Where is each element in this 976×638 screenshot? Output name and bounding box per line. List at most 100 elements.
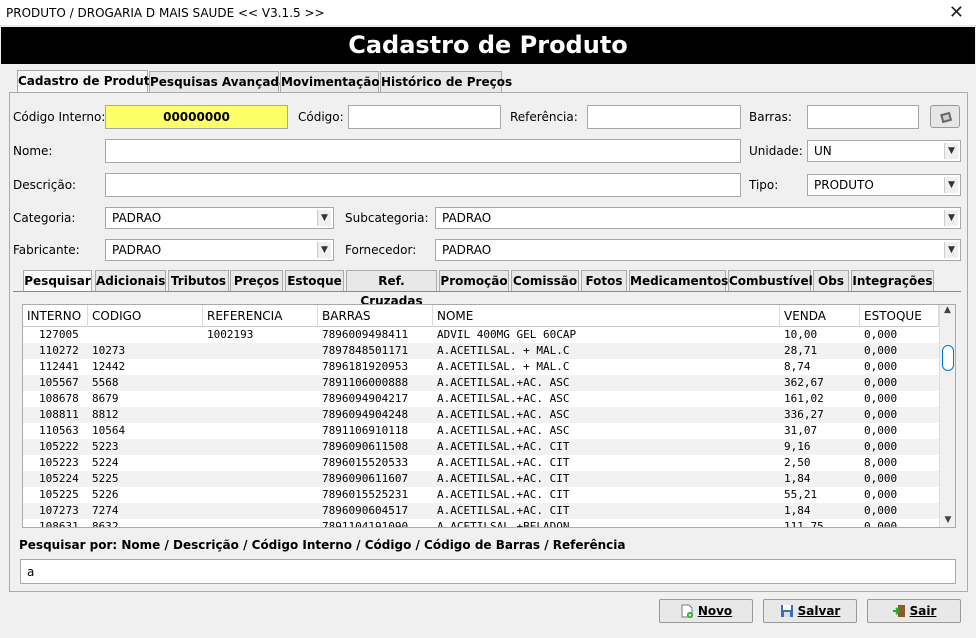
tab-movimentacao[interactable]: Movimentação [280,71,380,93]
tab-cadastro-produto[interactable]: Cadastro de Produto [17,70,158,93]
table-cell: 161,02 [784,392,824,405]
table-cell: A.ACETILSAL.+AC. CIT [437,472,570,485]
search-input[interactable]: a [20,559,956,584]
barras-field[interactable] [807,105,919,129]
novo-button[interactable]: Novo [659,599,753,623]
table-cell: 112441 [39,360,79,373]
window-title: PRODUTO / DROGARIA D MAIS SAUDE << V3.1.… [6,6,325,20]
table-cell: 111,75 [784,520,824,528]
table-cell: A.ACETILSAL.+AC. ASC [437,392,570,405]
scroll-thumb[interactable] [942,345,954,371]
table-row[interactable]: 105223 5224 7896015520533 A.ACETILSAL.+AC. … [23,455,939,471]
subtab-pesquisar[interactable]: Pesquisar [23,270,92,292]
table-cell: 0,000 [864,392,898,405]
col-codigo[interactable]: CODIGO [88,305,203,327]
scroll-up-icon[interactable]: ▲ [940,305,955,315]
subtab-estoque[interactable]: Estoque [285,270,344,292]
subtab-adicionais[interactable]: Adicionais [95,270,166,292]
table-cell: 0,000 [864,488,898,501]
table-cell: 105567 [39,376,79,389]
table-cell: 10,00 [784,328,818,341]
col-estoque[interactable]: ESTOQUE [860,305,939,327]
col-interno[interactable]: INTERNO [23,305,88,327]
referencia-field[interactable] [587,105,741,129]
table-row[interactable]: 112441 12442 7896181920953 A.ACETILSAL. + M… [23,359,939,375]
table-cell: 7896090611508 [322,440,409,453]
table-cell: 0,000 [864,504,898,517]
col-venda[interactable]: VENDA [780,305,860,327]
table-cell: 7896181920953 [322,360,409,373]
subtab-fotos[interactable]: Fotos [581,270,627,292]
products-table[interactable]: INTERNO CODIGO REFERENCIA BARRAS NOME VE… [22,304,956,528]
fabricante-label: Fabricante: [13,243,80,257]
salvar-button[interactable]: Salvar [763,599,857,623]
subtab-integracoes[interactable]: Integrações [851,270,934,292]
unidade-select[interactable]: UN ▼ [807,140,961,162]
table-row[interactable]: 110563 10564 7891106910118 A.ACETILSAL.+AC.… [23,423,939,439]
categoria-select[interactable]: PADRAO ▼ [105,207,334,229]
subtab-tributos[interactable]: Tributos [168,270,229,292]
table-cell: 0,000 [864,328,898,341]
scroll-down-icon[interactable]: ▼ [940,515,955,525]
vertical-scrollbar[interactable]: ▲ ▼ [939,305,955,527]
table-cell: A.ACETILSAL. + MAL.C [437,344,570,357]
subtab-promocao[interactable]: Promoção [439,270,509,292]
referencia-label: Referência: [510,110,578,124]
fabricante-select[interactable]: PADRAO ▼ [105,239,334,261]
codigo-interno-field[interactable]: 00000000 [105,105,288,129]
tab-pesquisas-avancada[interactable]: Pesquisas Avançada [149,71,287,93]
table-cell: 105223 [39,456,79,469]
table-cell: 110563 [39,424,79,437]
col-nome[interactable]: NOME [433,305,780,327]
table-cell: 10564 [92,424,126,437]
fornecedor-value: PADRAO [442,243,492,257]
save-icon [780,605,793,617]
table-row[interactable]: 105225 5226 7896015525231 A.ACETILSAL.+AC. … [23,487,939,503]
barcode-button[interactable] [930,105,960,128]
subtab-comissao[interactable]: Comissão [511,270,579,292]
descricao-field[interactable] [105,173,741,197]
table-cell: 362,67 [784,376,824,389]
codigo-field[interactable] [348,105,501,129]
table-row[interactable]: 127005 1002193 7896009498411 ADVIL 400MG G… [23,327,939,343]
table-cell: 2,50 [784,456,811,469]
table-row[interactable]: 108631 8632 7891104191090 A.ACETILSAL.+BELA… [23,519,939,528]
table-cell: 107273 [39,504,79,517]
table-row[interactable]: 108678 8679 7896094904217 A.ACETILSAL.+AC. … [23,391,939,407]
table-cell: 7891106910118 [322,424,409,437]
table-row[interactable]: 108811 8812 7896094904248 A.ACETILSAL.+AC. … [23,407,939,423]
table-row[interactable]: 110272 10273 7897848501171 A.ACETILSAL. + M… [23,343,939,359]
table-row[interactable]: 105224 5225 7896090611607 A.ACETILSAL.+AC. … [23,471,939,487]
subtab-ref-cruzadas[interactable]: Ref. Cruzadas [346,270,437,308]
table-cell: 7896090604517 [322,504,409,517]
col-referencia[interactable]: REFERENCIA [203,305,318,327]
subtab-precos[interactable]: Preços [230,270,283,292]
table-cell: 10273 [92,344,126,357]
subtab-obs[interactable]: Obs [813,270,849,292]
table-row[interactable]: 105222 5223 7896090611508 A.ACETILSAL.+AC. … [23,439,939,455]
table-cell: 8,74 [784,360,811,373]
fornecedor-select[interactable]: PADRAO ▼ [435,239,961,261]
subtab-medicamentos[interactable]: Medicamentos [629,270,728,292]
table-row[interactable]: 105567 5568 7891106000888 A.ACETILSAL.+AC. … [23,375,939,391]
table-cell: 7897848501171 [322,344,409,357]
close-icon[interactable]: ✕ [949,2,964,23]
table-cell: A.ACETILSAL.+AC. CIT [437,504,570,517]
sair-button[interactable]: Sair [867,599,961,623]
table-cell: 0,000 [864,472,898,485]
table-cell: 8679 [92,392,119,405]
tipo-select[interactable]: PRODUTO ▼ [807,174,961,196]
chevron-down-icon: ▼ [944,143,958,159]
table-cell: 28,71 [784,344,818,357]
subcategoria-select[interactable]: PADRAO ▼ [435,207,961,229]
table-cell: A.ACETILSAL.+AC. ASC [437,376,570,389]
subtab-combustivel[interactable]: Combustível [728,270,813,292]
table-cell: 7896015520533 [322,456,409,469]
nome-field[interactable] [105,139,741,163]
table-cell: A.ACETILSAL. + MAL.C [437,360,570,373]
tab-historico-precos[interactable]: Histórico de Preços [380,71,512,93]
barras-label: Barras: [749,110,792,124]
table-row[interactable]: 107273 7274 7896090604517 A.ACETILSAL.+AC. … [23,503,939,519]
col-barras[interactable]: BARRAS [318,305,433,327]
table-cell: 127005 [39,328,79,341]
